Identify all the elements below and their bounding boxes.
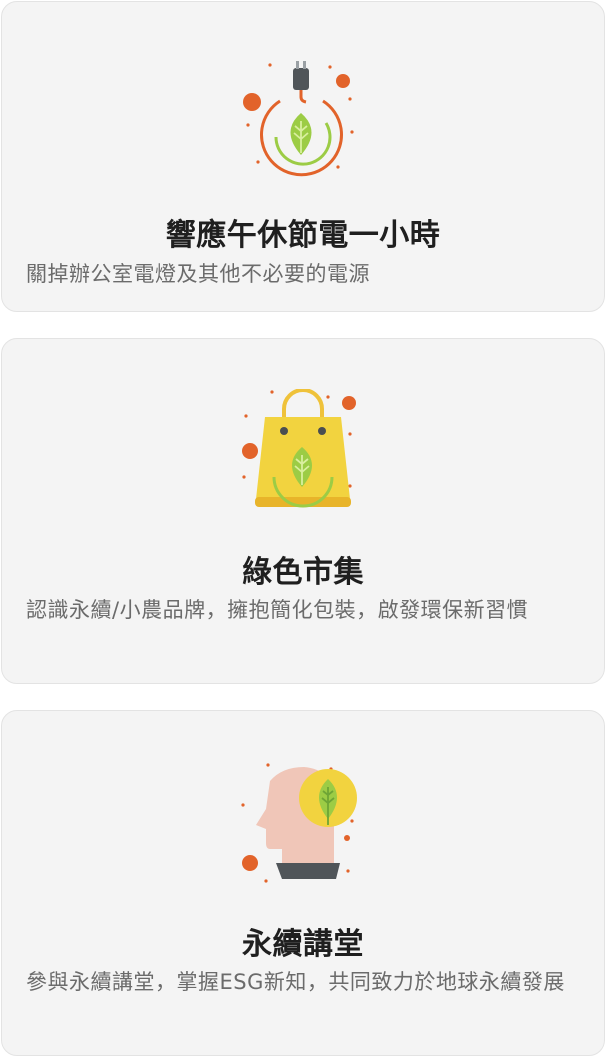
activity-card-power-saving: 響應午休節電一小時 關掉辦公室電燈及其他不必要的電源 bbox=[1, 1, 605, 312]
card-description: 關掉辦公室電燈及其他不必要的電源 bbox=[26, 262, 370, 286]
card-title: 響應午休節電一小時 bbox=[165, 218, 441, 253]
activity-card-green-market: 綠色市集 認識永續/小農品牌，擁抱簡化包裝，啟發環保新習慣 bbox=[1, 338, 605, 684]
card-description: 參與永續講堂，掌握ESG新知，共同致力於地球永續發展 bbox=[26, 970, 565, 994]
card-description: 認識永續/小農品牌，擁抱簡化包裝，啟發環保新習慣 bbox=[26, 598, 529, 622]
power-plug-leaf-icon bbox=[243, 61, 354, 177]
card-title: 永續講堂 bbox=[242, 927, 364, 962]
shopping-bag-leaf-icon bbox=[242, 389, 356, 508]
activity-card-sustainability-lecture: 永續講堂 參與永續講堂，掌握ESG新知，共同致力於地球永續發展 bbox=[1, 710, 605, 1056]
activity-list: 響應午休節電一小時 關掉辦公室電燈及其他不必要的電源 綠色市集 認識永續/小農品… bbox=[0, 0, 608, 1057]
head-leaf-idea-icon bbox=[241, 763, 357, 883]
card-title: 綠色市集 bbox=[242, 555, 364, 590]
